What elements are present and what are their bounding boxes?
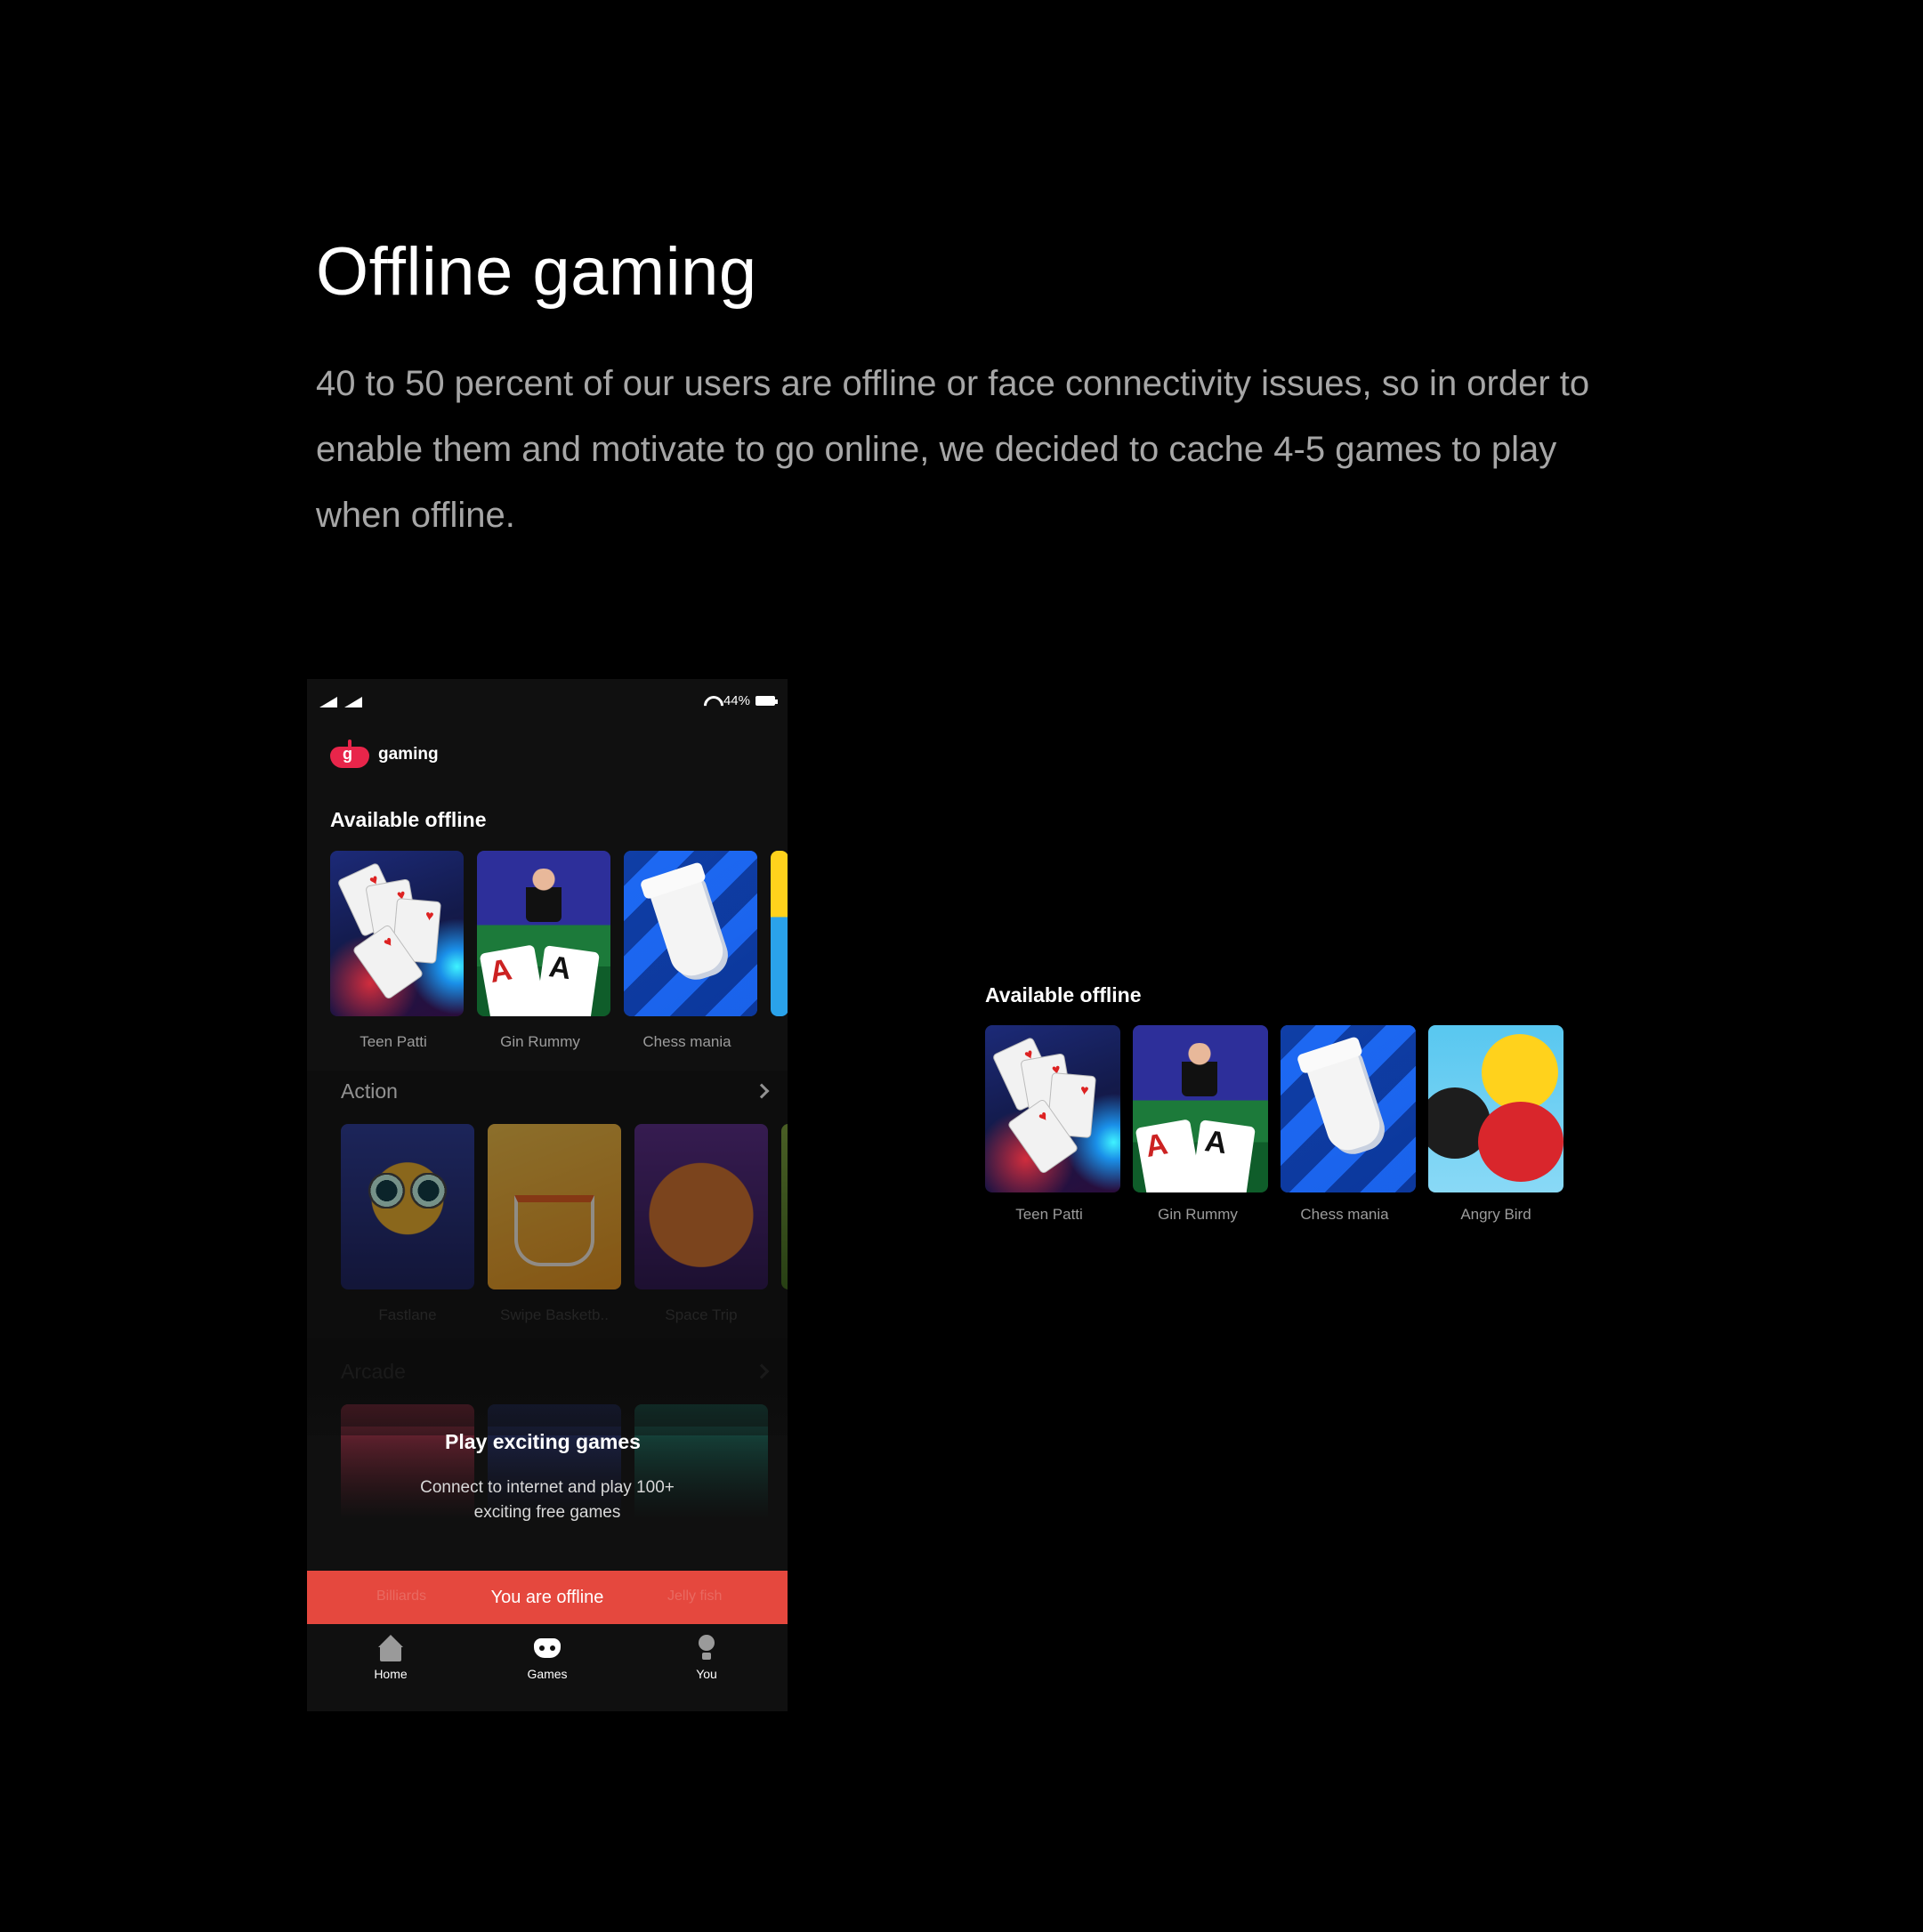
app-header: g gaming (330, 740, 439, 768)
zoom-game-label: Angry Bird (1460, 1206, 1531, 1223)
game-tile-partial[interactable] (771, 851, 788, 1016)
nav-item-home[interactable]: Home (346, 1635, 435, 1681)
app-name: gaming (378, 745, 439, 764)
zoom-section-title: Available offline (985, 983, 1142, 1006)
nav-item-you[interactable]: You (662, 1635, 751, 1681)
zoom-available-offline-row: A A (985, 1025, 1563, 1192)
battery-icon (755, 696, 778, 706)
nav-label: Home (374, 1667, 408, 1681)
zoom-game-label: Gin Rummy (1158, 1206, 1238, 1223)
game-tile-teen-patti[interactable] (330, 851, 464, 1016)
zoom-game-label: Teen Patti (1015, 1206, 1083, 1223)
profile-icon (693, 1635, 720, 1661)
bottom-nav: Home Games You (307, 1624, 788, 1711)
zoom-game-label: Chess mania (1300, 1206, 1389, 1223)
offline-banner-text: You are offline (490, 1588, 604, 1607)
status-right: 44% (704, 693, 778, 708)
page-description: 40 to 50 percent of our users are offlin… (316, 364, 1590, 535)
zoom-game-tile-angry-bird[interactable] (1428, 1025, 1563, 1192)
gamepad-icon (534, 1635, 561, 1661)
signal-icon-2 (344, 697, 362, 707)
available-offline-row: A A (330, 851, 788, 1016)
wifi-icon (704, 696, 718, 707)
home-icon (377, 1635, 404, 1661)
offline-message-body: Connect to internet and play 100+ exciti… (420, 1478, 675, 1522)
game-label: Chess mania (642, 1033, 731, 1050)
status-bar: 44% (307, 679, 788, 723)
offline-message-title: Play exciting games (445, 1430, 641, 1453)
game-tile-chess-mania[interactable] (624, 851, 757, 1016)
game-tile-gin-rummy[interactable]: A A (477, 851, 610, 1016)
nav-label: Games (527, 1667, 568, 1681)
phone-screen: 44% g gaming Available offline A A Teen … (307, 679, 788, 1711)
nav-item-games[interactable]: Games (503, 1635, 592, 1681)
section-title-available-offline: Available offline (330, 808, 487, 831)
nav-label: You (696, 1667, 717, 1681)
zoom-game-tile-chess-mania[interactable] (1281, 1025, 1416, 1192)
page-title: Offline gaming (316, 234, 757, 310)
zoom-game-tile-teen-patti[interactable] (985, 1025, 1120, 1192)
gamepad-logo-icon: g (330, 740, 369, 768)
zoom-game-tile-gin-rummy[interactable]: A A (1133, 1025, 1268, 1192)
battery-percent: 44% (723, 693, 750, 708)
signal-icon (319, 697, 337, 707)
logo-letter: g (343, 745, 352, 763)
game-label: Gin Rummy (500, 1033, 580, 1050)
offline-banner: Billiards Jelly fish You are offline (307, 1571, 788, 1624)
game-label: Teen Patti (360, 1033, 427, 1050)
